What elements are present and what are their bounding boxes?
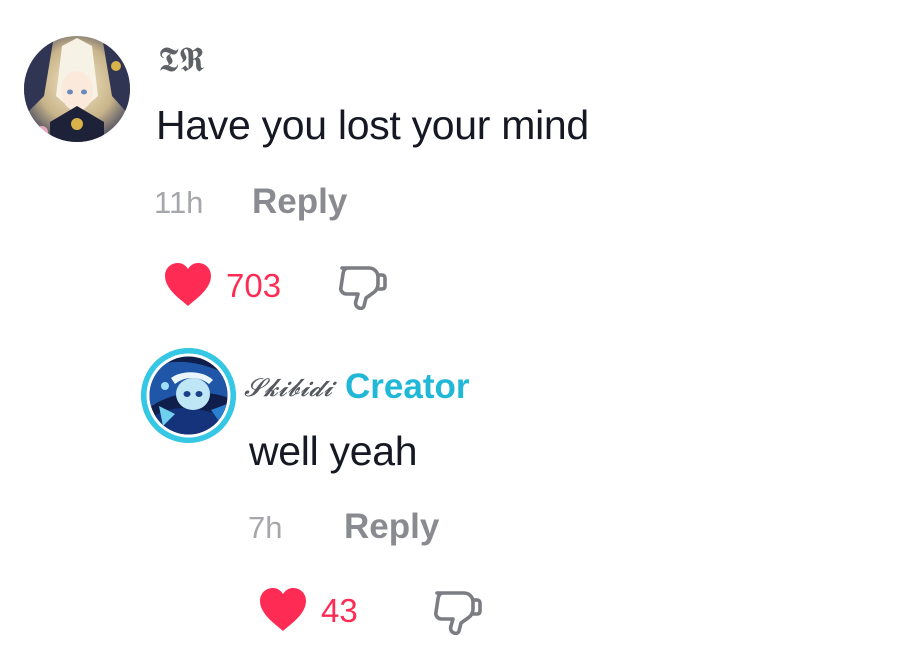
like-count: 703 (226, 267, 282, 304)
reply-button[interactable]: Reply (252, 182, 347, 222)
comment-timestamp: 11h (154, 185, 204, 220)
like-button[interactable] (163, 262, 213, 308)
thumbs-down-icon (339, 266, 387, 311)
dislike-button[interactable] (430, 587, 482, 636)
thumbs-down-icon (434, 591, 482, 636)
like-count: 43 (321, 592, 358, 629)
reply-avatar[interactable] (141, 348, 236, 443)
reply-button[interactable]: Reply (344, 507, 439, 547)
dislike-button[interactable] (335, 262, 387, 311)
commenter-username[interactable]: 𝕿𝕽 (158, 40, 205, 80)
like-button[interactable] (258, 587, 308, 633)
heart-icon (260, 588, 306, 631)
comment-text: Have you lost your mind (156, 102, 589, 148)
commenter-avatar[interactable] (24, 36, 130, 142)
reply-timestamp: 7h (248, 510, 283, 545)
creator-badge: Creator (345, 367, 470, 406)
heart-icon (165, 263, 211, 306)
reply-text: well yeah (249, 428, 418, 474)
reply-username[interactable]: 𝓢𝓴𝓲𝓫𝓲𝓭𝓲 (244, 373, 332, 403)
